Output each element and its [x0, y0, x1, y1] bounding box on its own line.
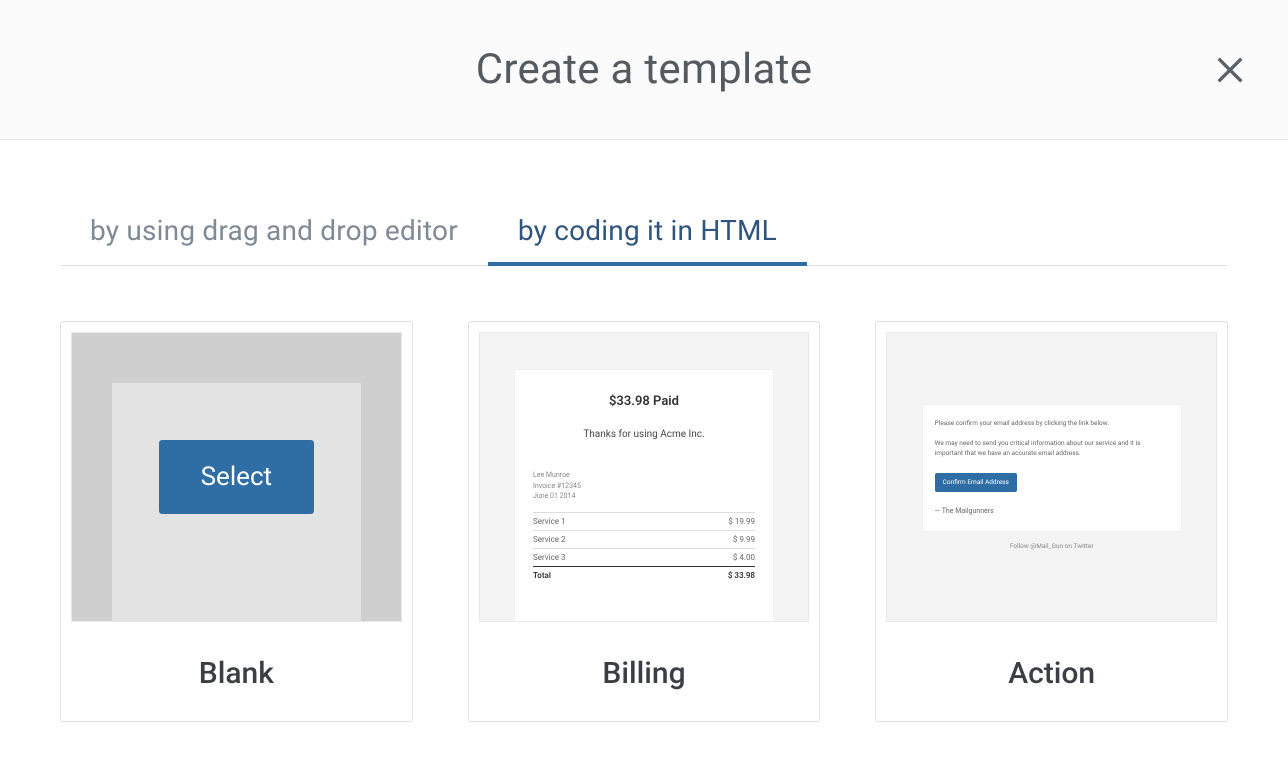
close-icon: [1213, 53, 1247, 87]
billing-invoice-no: Invoice #12345: [533, 481, 755, 492]
billing-row: Service 3 $ 4.00: [533, 548, 755, 566]
billing-customer: Lee Munroe: [533, 470, 755, 481]
template-card-billing[interactable]: $33.98 Paid Thanks for using Acme Inc. L…: [468, 321, 821, 722]
template-title-blank: Blank: [61, 632, 412, 721]
billing-row-value: $ 19.99: [728, 517, 755, 526]
billing-row-label: Service 1: [533, 517, 566, 526]
billing-row-label: Service 3: [533, 553, 566, 562]
billing-row-value: $ 9.99: [733, 535, 755, 544]
template-title-billing: Billing: [469, 632, 820, 721]
template-preview-blank: Select: [71, 332, 402, 622]
modal-title: Create a template: [476, 45, 813, 94]
tab-drag-drop[interactable]: by using drag and drop editor: [60, 200, 488, 265]
template-preview-action: Please confirm your email address by cli…: [886, 332, 1217, 622]
billing-row: Service 2 $ 9.99: [533, 530, 755, 548]
tab-html[interactable]: by coding it in HTML: [488, 200, 807, 265]
template-card-blank[interactable]: Select Blank: [60, 321, 413, 722]
billing-amount: $33.98 Paid: [533, 394, 755, 409]
modal-header: Create a template: [0, 0, 1288, 140]
billing-total-row: Total $ 33.98: [533, 566, 755, 584]
billing-row-label: Service 2: [533, 535, 566, 544]
template-cards: Select Blank $33.98 Paid Thanks for usin…: [60, 321, 1228, 722]
template-preview-billing: $33.98 Paid Thanks for using Acme Inc. L…: [479, 332, 810, 622]
billing-row-value: $ 4.00: [733, 553, 755, 562]
billing-preview-doc: $33.98 Paid Thanks for using Acme Inc. L…: [514, 369, 774, 622]
action-confirm-button: Confirm Email Address: [935, 473, 1017, 493]
action-preview-wrapper: Please confirm your email address by cli…: [922, 404, 1182, 550]
template-card-action[interactable]: Please confirm your email address by cli…: [875, 321, 1228, 722]
action-preview-doc: Please confirm your email address by cli…: [922, 404, 1182, 532]
billing-row: Service 1 $ 19.99: [533, 512, 755, 530]
action-line2: We may need to send you critical informa…: [935, 439, 1169, 459]
template-title-action: Action: [876, 632, 1227, 721]
billing-thanks: Thanks for using Acme Inc.: [533, 429, 755, 440]
action-footer: Follow @Mail_Gun on Twitter: [1010, 542, 1094, 550]
select-button[interactable]: Select: [159, 440, 314, 514]
billing-total-value: $ 33.98: [728, 571, 755, 580]
billing-total-label: Total: [533, 571, 551, 580]
close-button[interactable]: [1210, 50, 1250, 90]
tabs: by using drag and drop editor by coding …: [60, 200, 1228, 266]
action-line1: Please confirm your email address by cli…: [935, 419, 1169, 429]
modal-content: by using drag and drop editor by coding …: [0, 140, 1288, 722]
action-signature: — The Mailgunners: [935, 506, 1169, 517]
billing-date: June 01 2014: [533, 491, 755, 502]
billing-info: Lee Munroe Invoice #12345 June 01 2014: [533, 470, 755, 502]
